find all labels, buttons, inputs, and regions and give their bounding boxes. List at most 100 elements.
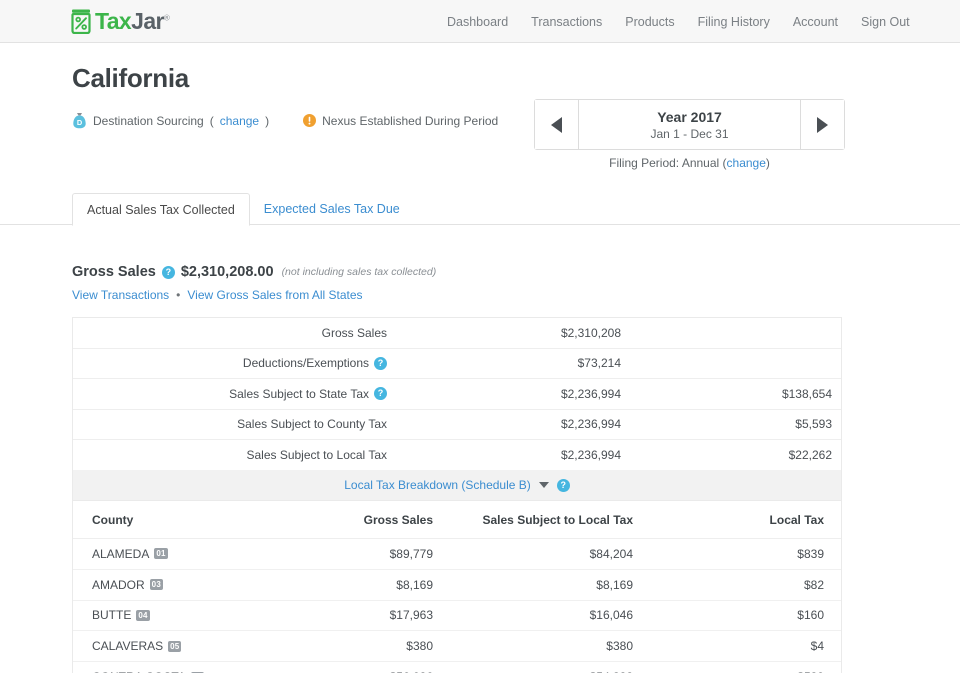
filing-period-row: Filing Period: Annual (change)	[534, 156, 845, 170]
page-title-state: California	[72, 63, 189, 94]
table-row: ALAMEDA 01 $89,779 $84,204 $839	[73, 539, 841, 570]
view-gross-sales-all-states-link[interactable]: View Gross Sales from All States	[187, 288, 362, 302]
breakdown-help-icon[interactable]: ?	[557, 479, 570, 492]
destination-sourcing-item: D Destination Sourcing ( change)	[72, 112, 269, 129]
county-gross-sales: $8,169	[288, 578, 433, 592]
next-period-button[interactable]	[800, 100, 844, 149]
summary-label: Gross Sales	[73, 326, 397, 340]
logo-text-jar: Jar	[131, 8, 164, 34]
county-code-badge: 05	[168, 641, 181, 652]
summary-tax: $22,262	[628, 448, 841, 462]
view-transactions-link[interactable]: View Transactions	[72, 288, 169, 302]
period-year-label: Year 2017	[657, 109, 722, 125]
nav-link-account[interactable]: Account	[793, 15, 838, 29]
county-sales-subject-local: $380	[433, 639, 633, 653]
summary-row-deductions-exemptions: Deductions/Exemptions ? $73,214	[73, 349, 841, 380]
nav-link-sign-out[interactable]: Sign Out	[861, 15, 910, 29]
county-code-badge: 01	[154, 548, 167, 559]
county-sales-subject-local: $16,046	[433, 608, 633, 622]
logo-text-tax: Tax	[95, 8, 131, 34]
previous-period-button[interactable]	[535, 100, 579, 149]
state-tax-help-icon[interactable]: ?	[374, 387, 387, 400]
paren-close: )	[265, 114, 269, 128]
gross-sales-label: Gross Sales	[72, 264, 156, 280]
nav-link-transactions[interactable]: Transactions	[531, 15, 602, 29]
main-nav-links: Dashboard Transactions Products Filing H…	[447, 0, 910, 43]
county-gross-sales: $17,963	[288, 608, 433, 622]
county-breakdown-table: County Gross Sales Sales Subject to Loca…	[72, 501, 842, 673]
right-arrow-icon	[817, 117, 828, 133]
table-row: BUTTE 04 $17,963 $16,046 $160	[73, 601, 841, 632]
left-arrow-icon	[551, 117, 562, 133]
county-name: BUTTE	[92, 608, 131, 622]
county-gross-sales: $380	[288, 639, 433, 653]
county-gross-sales: $89,779	[288, 547, 433, 561]
svg-text:D: D	[77, 118, 83, 127]
county-cell: CALAVERAS 05	[73, 639, 288, 653]
filing-period-change-link[interactable]: change	[727, 156, 766, 170]
tab-expected-sales-tax-due[interactable]: Expected Sales Tax Due	[250, 193, 414, 225]
summary-row-gross-sales: Gross Sales $2,310,208	[73, 318, 841, 349]
summary-row-sales-subject-to-state-tax: Sales Subject to State Tax ? $2,236,994 …	[73, 379, 841, 410]
summary-label: Deductions/Exemptions ?	[73, 356, 397, 370]
period-display: Year 2017 Jan 1 - Dec 31	[579, 100, 800, 149]
destination-sourcing-label: Destination Sourcing	[93, 114, 204, 128]
period-selector: Year 2017 Jan 1 - Dec 31	[534, 99, 845, 150]
county-sales-subject-local: $8,169	[433, 578, 633, 592]
filing-period-text: Filing Period: Annual (	[609, 156, 726, 170]
summary-label-text: Sales Subject to State Tax	[229, 387, 369, 401]
top-navigation-bar: TaxJar® Dashboard Transactions Products …	[0, 0, 960, 43]
summary-label: Sales Subject to County Tax	[73, 417, 397, 431]
nav-link-products[interactable]: Products	[625, 15, 674, 29]
link-separator: •	[176, 288, 180, 302]
table-row: CALAVERAS 05 $380 $380 $4	[73, 631, 841, 662]
column-header-gross-sales: Gross Sales	[288, 513, 433, 527]
county-code-badge: 03	[150, 579, 163, 590]
summary-row-sales-subject-to-county-tax: Sales Subject to County Tax $2,236,994 $…	[73, 410, 841, 441]
nexus-label: Nexus Established During Period	[322, 114, 498, 128]
county-cell: BUTTE 04	[73, 608, 288, 622]
summary-tax: $138,654	[628, 387, 841, 401]
county-name: ALAMEDA	[92, 547, 149, 561]
county-cell: AMADOR 03	[73, 578, 288, 592]
taxjar-logo[interactable]: TaxJar®	[70, 8, 169, 34]
warning-exclamation-icon	[303, 114, 316, 127]
deductions-help-icon[interactable]: ?	[374, 357, 387, 370]
county-cell: ALAMEDA 01	[73, 547, 288, 561]
summary-label-text: Gross Sales	[322, 326, 387, 340]
gross-sales-note: (not including sales tax collected)	[282, 266, 437, 278]
local-tax-breakdown-bar[interactable]: Local Tax Breakdown (Schedule B) ?	[72, 470, 842, 501]
period-range-label: Jan 1 - Dec 31	[650, 127, 728, 141]
paren-open: (	[210, 114, 214, 128]
chevron-down-icon[interactable]	[539, 482, 549, 488]
state-meta-row: D Destination Sourcing ( change) Nexus Es…	[72, 112, 498, 129]
county-code-badge: 04	[136, 610, 149, 621]
table-row: CONTRA COSTA 07 $56,086 $54,388 $539	[73, 662, 841, 673]
tax-summary-table: Gross Sales $2,310,208 Deductions/Exempt…	[72, 317, 842, 471]
nav-link-filing-history[interactable]: Filing History	[698, 15, 770, 29]
summary-label-text: Deductions/Exemptions	[243, 356, 369, 370]
column-header-county: County	[73, 513, 288, 527]
nav-link-dashboard[interactable]: Dashboard	[447, 15, 508, 29]
summary-row-sales-subject-to-local-tax: Sales Subject to Local Tax $2,236,994 $2…	[73, 440, 841, 471]
county-table-header: County Gross Sales Sales Subject to Loca…	[73, 501, 841, 539]
summary-amount: $2,236,994	[397, 417, 628, 431]
county-name: AMADOR	[92, 578, 145, 592]
summary-amount: $2,236,994	[397, 387, 628, 401]
column-header-local-tax: Local Tax	[633, 513, 841, 527]
summary-amount: $73,214	[397, 356, 628, 370]
taxjar-jar-icon	[70, 8, 92, 34]
county-local-tax: $839	[633, 547, 841, 561]
money-bag-icon: D	[72, 112, 87, 129]
summary-label-text: Sales Subject to Local Tax	[246, 448, 387, 462]
local-tax-breakdown-link[interactable]: Local Tax Breakdown (Schedule B)	[344, 478, 531, 492]
sourcing-change-link[interactable]: change	[220, 114, 259, 128]
tab-actual-sales-tax-collected[interactable]: Actual Sales Tax Collected	[72, 193, 250, 226]
county-local-tax: $82	[633, 578, 841, 592]
summary-label: Sales Subject to State Tax ?	[73, 387, 397, 401]
summary-label: Sales Subject to Local Tax	[73, 448, 397, 462]
summary-tax: $5,593	[628, 417, 841, 431]
gross-sales-help-icon[interactable]: ?	[162, 266, 175, 279]
report-tabs: Actual Sales Tax Collected Expected Sale…	[0, 193, 960, 225]
county-name: CALAVERAS	[92, 639, 163, 653]
